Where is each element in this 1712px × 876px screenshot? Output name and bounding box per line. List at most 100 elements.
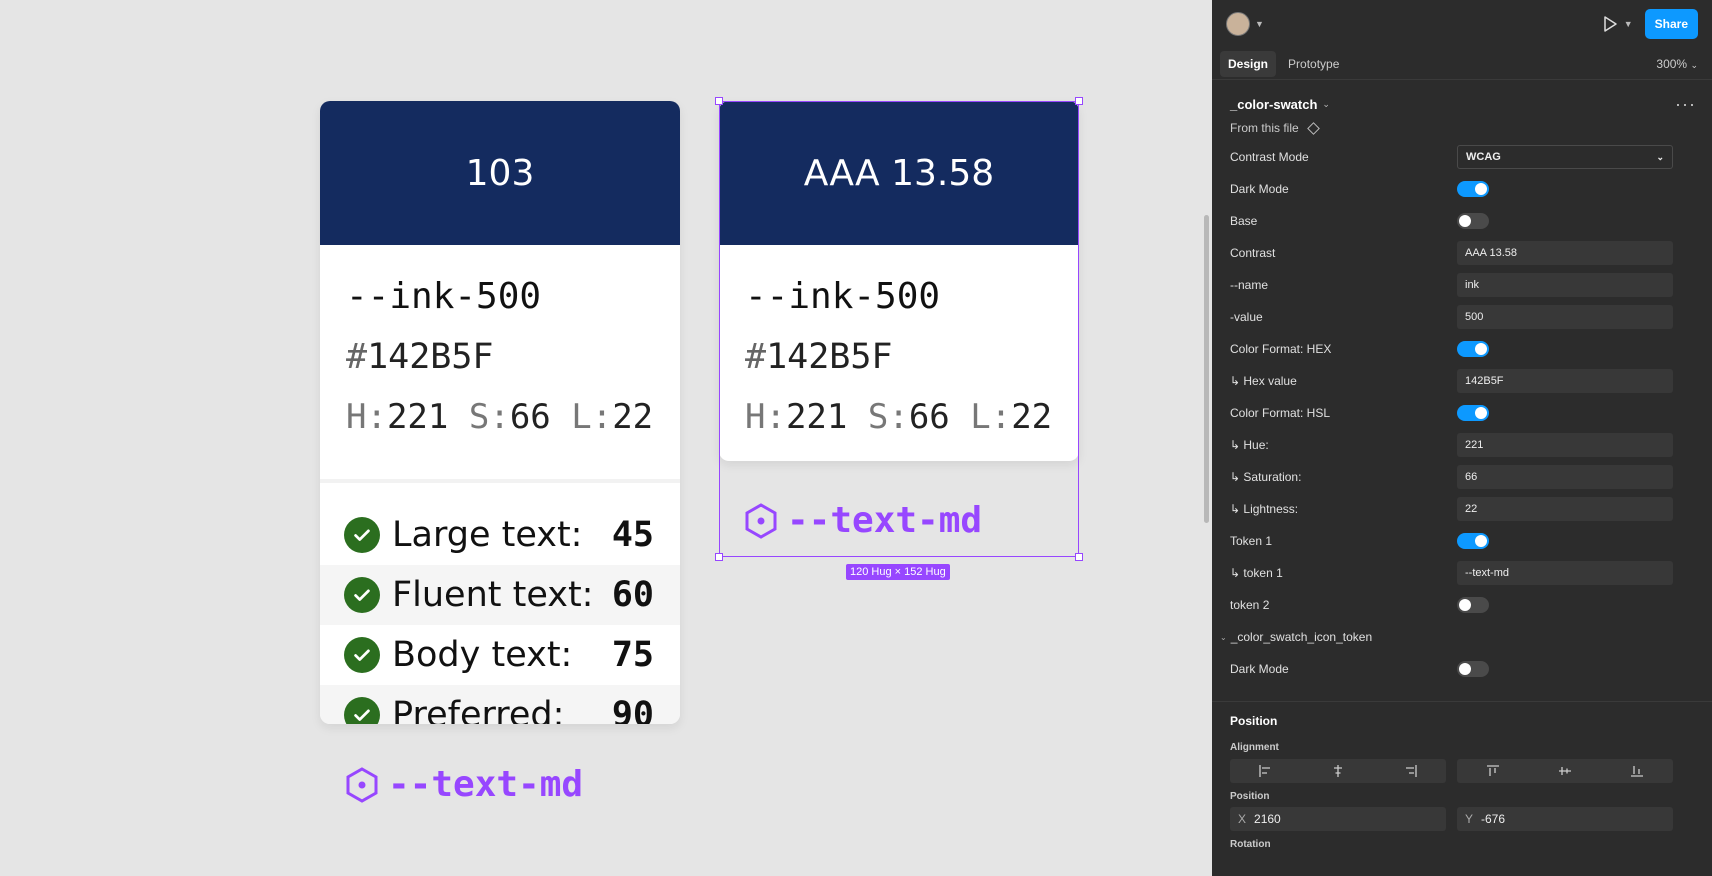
prop-color-format-hex: Color Format: HEX [1212,333,1712,365]
token-2-toggle[interactable] [1457,597,1489,613]
prop-label: Color Format: HEX [1230,342,1332,356]
prop-label: token 2 [1230,598,1270,612]
token-label-2[interactable]: --text-md [743,500,982,541]
avatar[interactable] [1226,12,1250,36]
nested-component-header[interactable]: ⌄ _color_swatch_icon_token [1212,621,1712,653]
prop-label: Dark Mode [1230,182,1289,196]
contrast-mode-select[interactable]: WCAG ⌄ [1457,145,1673,169]
color-swatch-card-2[interactable]: AAA 13.58 --ink-500 #142B5F H:221 S:66 L… [719,101,1079,461]
toggle-knob [1475,535,1487,547]
prop-label: ↳ token 1 [1230,566,1283,580]
color-format-hex-toggle[interactable] [1457,341,1489,357]
prop-label: ↳ Lightness: [1230,502,1299,516]
lightness-input[interactable]: 22 [1457,497,1673,521]
value-input[interactable]: 500 [1457,305,1673,329]
saturation-key: S: [468,397,510,437]
lightness-value: 22 [1011,397,1053,437]
token-text: --text-md [388,764,584,805]
saturation-input[interactable]: 66 [1457,465,1673,489]
contrast-row: Preferred: 90 [320,685,680,724]
share-button[interactable]: Share [1644,9,1698,39]
y-axis-label: Y [1465,812,1474,826]
hex-value: 142B5F [367,337,494,377]
nested-dark-mode-toggle[interactable] [1457,661,1489,677]
tab-prototype[interactable]: Prototype [1280,51,1347,77]
align-bottom-icon[interactable] [1601,759,1673,783]
contrast-value: 90 [611,695,654,724]
color-format-hsl-toggle[interactable] [1457,405,1489,421]
prop-base: Base [1212,205,1712,237]
component-diamond-icon[interactable] [1306,121,1320,135]
prop-hex-value: ↳ Hex value 142B5F [1212,365,1712,397]
name-input[interactable]: ink [1457,273,1673,297]
prop-label: Dark Mode [1230,662,1289,676]
contrast-list: Large text: 45 Fluent text: 60 Body text… [320,479,680,724]
token-1-toggle[interactable] [1457,533,1489,549]
alignment-controls [1212,753,1712,783]
align-vertical-center-icon[interactable] [1529,759,1601,783]
prop-name: --name ink [1212,269,1712,301]
token-label-1[interactable]: --text-md [344,764,583,805]
x-position-field[interactable]: X 2160 [1230,807,1446,831]
more-options-icon[interactable]: ··· [1675,94,1696,115]
prop-label: Token 1 [1230,534,1273,548]
chevron-down-icon[interactable]: ⌄ [1322,99,1330,110]
hexagon-token-icon [346,766,378,803]
color-swatch-card-1[interactable]: 103 --ink-500 #142B5F H:221 S:66 L:22 La… [320,101,680,724]
contrast-row: Body text: 75 [320,625,680,685]
tab-design[interactable]: Design [1220,50,1277,77]
contrast-input[interactable]: AAA 13.58 [1457,241,1673,265]
design-canvas[interactable]: 103 --ink-500 #142B5F H:221 S:66 L:22 La… [0,0,1212,876]
prop-hue: ↳ Hue: 221 [1212,429,1712,461]
nested-component-name: _color_swatch_icon_token [1230,630,1373,644]
hue-input[interactable]: 221 [1457,433,1673,457]
resize-handle-br[interactable] [1075,553,1083,561]
base-toggle[interactable] [1457,213,1489,229]
canvas-scrollbar[interactable] [1204,215,1209,523]
check-circle-icon [344,577,380,613]
check-circle-icon [344,637,380,673]
size-badge: 120 Hug × 152 Hug [846,564,950,580]
horizontal-align-group [1230,759,1446,783]
play-icon[interactable] [1601,15,1619,33]
contrast-row: Fluent text: 60 [320,565,680,625]
dark-mode-toggle[interactable] [1457,181,1489,197]
align-horizontal-center-icon[interactable] [1302,759,1374,783]
lightness-value: 22 [612,397,654,437]
align-right-icon[interactable] [1374,759,1446,783]
component-name[interactable]: _color-swatch [1230,97,1317,112]
contrast-label: Large text: [392,515,583,555]
hex-hash: # [346,337,368,377]
saturation-value: 66 [908,397,950,437]
toggle-knob [1475,407,1487,419]
hex-hash: # [745,337,767,377]
toggle-knob [1475,343,1487,355]
swatch-header: 103 [320,101,680,245]
lightness-key: L: [571,397,613,437]
swatch-hsl: H:221 S:66 L:22 [745,387,1053,447]
align-left-icon[interactable] [1230,759,1302,783]
check-circle-icon [344,517,380,553]
contrast-label: Fluent text: [392,575,594,615]
contrast-value: 45 [611,515,654,555]
hue-value: 221 [386,397,449,437]
swatch-name: --ink-500 [745,276,941,317]
component-properties: Contrast Mode WCAG ⌄ Dark Mode Base Contr… [1212,135,1712,685]
hex-value-input[interactable]: 142B5F [1457,369,1673,393]
prop-label: Color Format: HSL [1230,406,1331,420]
y-position-field[interactable]: Y -676 [1457,807,1673,831]
token-1-input[interactable]: --text-md [1457,561,1673,585]
swatch-name: --ink-500 [346,276,542,317]
resize-handle-bl[interactable] [715,553,723,561]
zoom-level[interactable]: 300% ⌄ [1656,57,1704,71]
prop-label: ↳ Hex value [1230,374,1297,388]
from-file-row: From this file [1212,115,1712,135]
toggle-knob [1459,663,1471,675]
chevron-down-icon[interactable]: ▼ [1624,19,1633,29]
align-top-icon[interactable] [1457,759,1529,783]
prop-label: -value [1230,310,1263,324]
alignment-label: Alignment [1230,742,1279,753]
contrast-row: Large text: 45 [320,505,680,565]
chevron-down-icon[interactable]: ▼ [1255,19,1264,29]
prop-label: Contrast [1230,246,1276,260]
